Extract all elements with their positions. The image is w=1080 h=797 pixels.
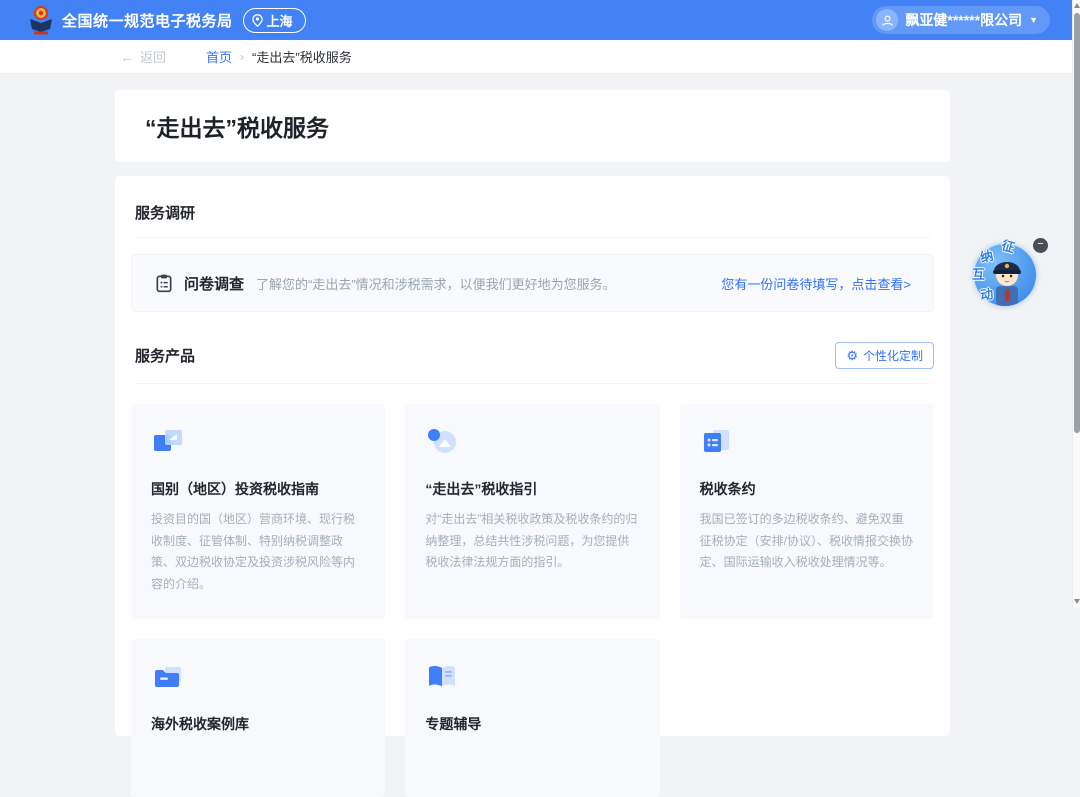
survey-section-heading: 服务调研 (135, 202, 930, 223)
card-title: 税收条约 (700, 479, 914, 499)
card-title: 国别（地区）投资税收指南 (151, 479, 365, 499)
pie-circles-icon (425, 426, 459, 460)
tax-bureau-logo-icon (28, 5, 54, 35)
card-overseas-tax-cases[interactable]: 海外税收案例库 (131, 639, 385, 797)
questionnaire-title: 问卷调查 (184, 273, 244, 294)
card-desc: 我国已签订的多边税收条约、避免双重征税协定（安排/协议）、税收情报交换协定、国际… (700, 509, 914, 574)
questionnaire-card[interactable]: 问卷调查 了解您的“走出去”情况和涉税需求，以便我们更好地为您服务。 您有一份问… (131, 254, 934, 312)
back-arrow-icon: ← (120, 49, 134, 65)
questionnaire-desc: 了解您的“走出去”情况和涉税需求，以便我们更好地为您服务。 (256, 274, 721, 293)
divider (135, 383, 930, 384)
folder-icon (151, 661, 185, 695)
user-avatar (876, 9, 898, 31)
book-icon (425, 661, 459, 695)
widget-char-hu: 互 (972, 264, 985, 283)
card-title: 专题辅导 (425, 714, 639, 734)
app-title: 全国统一规范电子税务局 (62, 10, 233, 31)
back-button[interactable]: ←返回 (120, 47, 166, 66)
breadcrumb-home[interactable]: 首页 (206, 47, 232, 66)
gear-icon: ⚙ (846, 349, 858, 362)
scroll-down-arrow-icon[interactable] (1074, 599, 1080, 604)
treaty-document-icon (700, 426, 734, 460)
chevron-down-icon: ▼ (1029, 15, 1038, 25)
location-label: 上海 (267, 11, 293, 30)
location-selector[interactable]: 上海 (243, 8, 306, 33)
scroll-up-arrow-icon[interactable] (1074, 3, 1080, 8)
clipboard-icon (154, 273, 174, 293)
documents-icon (151, 426, 185, 460)
user-name: 飘亚健******限公司 (905, 10, 1022, 30)
card-title: “走出去”税收指引 (425, 479, 639, 499)
widget-char-dong: 动 (979, 283, 995, 304)
card-going-global-tax-guidelines[interactable]: “走出去”税收指引 对“走出去”相关税收政策及税收条约的归纳整理，总结共性涉税问… (405, 404, 659, 619)
product-cards-grid: 国别（地区）投资税收指南 投资目的国（地区）营商环境、现行税收制度、征管体制、特… (131, 404, 934, 797)
card-title: 海外税收案例库 (151, 714, 365, 734)
card-desc: 对“走出去”相关税收政策及税收条约的归纳整理，总结共性涉税问题，为您提供税收法律… (425, 509, 639, 574)
card-desc: 投资目的国（地区）营商环境、现行税收制度、征管体制、特别纳税调整政策、双边税收协… (151, 509, 365, 595)
page-title-panel: “走出去”税收服务 (115, 90, 950, 162)
divider (135, 237, 930, 238)
widget-minimize-button[interactable]: − (1033, 238, 1048, 253)
card-country-investment-tax-guide[interactable]: 国别（地区）投资税收指南 投资目的国（地区）营商环境、现行税收制度、征管体制、特… (131, 404, 385, 619)
questionnaire-link[interactable]: 您有一份问卷待填写，点击查看> (721, 274, 911, 293)
user-menu[interactable]: 飘亚健******限公司 ▼ (872, 6, 1050, 34)
products-section-heading: 服务产品 (135, 345, 195, 366)
scrollbar-thumb[interactable] (1074, 13, 1080, 433)
card-special-topic-tutoring[interactable]: 专题辅导 (405, 639, 659, 797)
breadcrumb-current: “走出去”税收服务 (252, 47, 352, 66)
main-panel: 服务调研 问卷调查 了解您的“走出去”情况和涉税需求，以便我们更好地为您服务。 … (115, 176, 950, 736)
app-header: 全国统一规范电子税务局 上海 飘亚健******限公司 ▼ (0, 0, 1080, 40)
tax-interaction-widget[interactable]: 征 纳 互 动 − (968, 238, 1048, 318)
breadcrumb-separator: › (240, 50, 244, 64)
breadcrumb: ←返回 首页 › “走出去”税收服务 (0, 40, 1080, 74)
page-title: “走出去”税收服务 (145, 109, 329, 143)
personalize-button[interactable]: ⚙ 个性化定制 (835, 342, 934, 369)
card-tax-treaties[interactable]: 税收条约 我国已签订的多边税收条约、避免双重征税协定（安排/协议）、税收情报交换… (680, 404, 934, 619)
vertical-scrollbar[interactable] (1072, 0, 1080, 608)
location-pin-icon (252, 14, 263, 27)
